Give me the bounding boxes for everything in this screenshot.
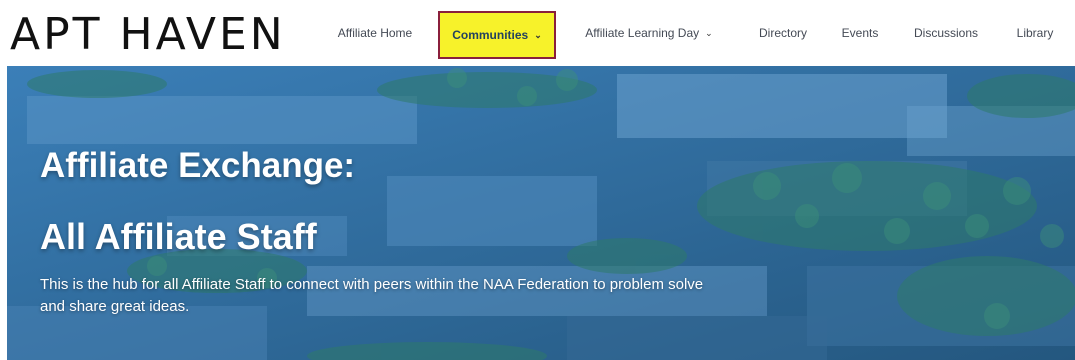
chevron-down-icon: ⌄	[534, 29, 542, 40]
nav-library[interactable]: Library	[1010, 0, 1060, 66]
top-navigation-bar: APT HAVEN Affiliate Home Communities ⌄ A…	[0, 0, 1075, 66]
hero-banner: Affiliate Exchange: All Affiliate Staff …	[7, 66, 1075, 360]
hero-title-line1: Affiliate Exchange:	[40, 146, 356, 185]
nav-directory[interactable]: Directory	[754, 0, 812, 66]
nav-affiliate-home[interactable]: Affiliate Home	[330, 0, 420, 66]
hero-title-line2: All Affiliate Staff	[40, 216, 317, 257]
nav-discussions[interactable]: Discussions	[910, 0, 982, 66]
nav-library-label: Library	[1016, 26, 1054, 40]
chevron-down-icon: ⌄	[705, 27, 713, 38]
main-nav: Affiliate Home Communities ⌄ Affiliate L…	[0, 0, 1075, 66]
nav-affiliate-learning-day-label: Affiliate Learning Day	[585, 26, 700, 40]
nav-affiliate-home-label: Affiliate Home	[337, 26, 413, 40]
nav-directory-label: Directory	[758, 26, 807, 40]
nav-communities-label: Communities	[452, 28, 529, 42]
nav-discussions-label: Discussions	[913, 26, 979, 40]
hero-description: This is the hub for all Affiliate Staff …	[40, 276, 704, 315]
nav-communities[interactable]: Communities ⌄	[438, 11, 556, 59]
nav-events-label: Events	[841, 26, 879, 40]
nav-affiliate-learning-day[interactable]: Affiliate Learning Day ⌄	[574, 0, 724, 66]
nav-events[interactable]: Events	[838, 0, 882, 66]
